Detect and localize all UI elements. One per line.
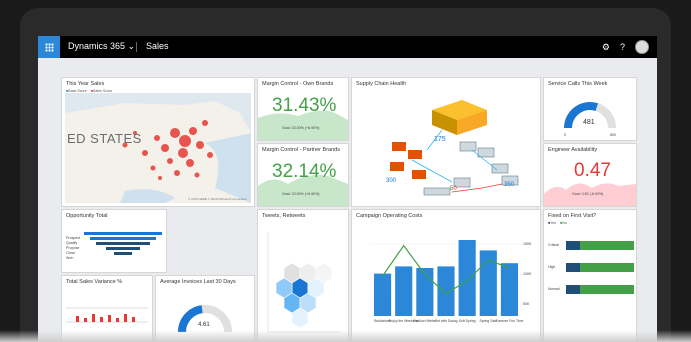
map-country-label: ED STATES [67,131,142,146]
app-switcher[interactable]: Dynamics 365 ⌄ [68,41,135,52]
fixed-row-normal: Normal [548,284,634,294]
y-tick-50k: 50K [523,302,530,306]
supply-value-3: 50 [450,186,457,192]
tile-title: Engineer Availability [548,147,598,153]
fixed-row-high: High [548,262,634,272]
app-name: Dynamics 365 [68,41,126,51]
tile-tweets[interactable]: Tweets, Retweets [258,210,348,342]
tile-engineer-availability[interactable]: Engineer Availability 0.47 Goal: 0.50 (-… [544,144,636,206]
tile-title: This Year Sales [66,81,105,87]
app-launcher-icon[interactable] [38,36,60,58]
campaign-chart: BrickwinterEnjoy the WeekendFashion Wint… [370,240,523,323]
service-value: 481 [583,119,595,126]
service-max: 800 [610,133,616,137]
dashboard-screen: Dynamics 365 ⌄ Sales ⚙ ? This Year Sales… [38,36,657,342]
y-tick-150k: 150K [523,242,532,246]
supply-value-1: 175 [434,136,446,143]
supply-value-4: 350 [504,182,515,188]
supply-value-2: 300 [386,178,397,184]
campaign-category-label: Summer Fun Time [495,319,523,323]
margin-partner-value: 32.14% [272,161,337,182]
avatar[interactable] [635,40,649,54]
campaign-bar[interactable] [374,273,392,316]
tile-title: Campaign Operating Costs [356,213,423,219]
service-min: 0 [564,133,566,137]
fixed-row-critical: Critical [548,240,634,250]
tile-supply-chain[interactable]: Supply Chain Health 175 300 50 350 [352,78,540,206]
map-attribution: © 2016 HERE © 2016 Microsoft Corporation [188,197,247,201]
tile-title: Margin Control - Partner Brands [262,147,340,153]
engineer-caption: Goal: 0.50 (-6.00%) [572,192,604,196]
funnel-labels: Prospect Qualify Propose Close Won [66,236,81,260]
fixed-bars: Critical High Normal [548,240,634,294]
margin-own-value: 31.43% [272,95,337,116]
campaign-bar[interactable] [437,266,455,316]
help-icon[interactable]: ? [620,42,625,52]
y-tick-100k: 100K [523,272,532,276]
tile-fixed-first-visit[interactable]: Fixed on First Visit? ■Yes ■No Critical … [544,210,636,342]
invoices-value: 4.61 [198,322,210,328]
campaign-bar[interactable] [500,263,518,316]
tile-title: Supply Chain Health [356,81,407,87]
tile-title: Fixed on First Visit? [548,213,597,219]
campaign-bar[interactable] [458,240,476,316]
tile-margin-partner[interactable]: Margin Control - Partner Brands 32.14% G… [258,144,348,206]
funnel-chart [84,232,162,255]
margin-partner-caption: Goal: 33.00% (+6.90%) [282,192,320,196]
campaign-category-label: Get with Dialog [435,319,458,323]
campaign-category-label: Soft Spring [459,319,476,323]
tile-title: Total Sales Variance % [66,279,123,285]
bottom-fade [0,330,691,342]
nav-separator [136,42,137,52]
tile-title: Average Invoices Last 30 Days [160,279,236,285]
fixed-legend: ■Yes ■No [548,221,567,225]
area-label[interactable]: Sales [146,41,169,51]
tile-title: Tweets, Retweets [262,213,306,219]
tile-this-year-sales[interactable]: This Year Sales ■Base Score ■Sales Score… [62,78,254,206]
engineer-value: 0.47 [574,160,611,181]
margin-own-caption: Goal: 33.00% (+6.90%) [282,126,320,130]
hexbin-chart [267,232,340,333]
invoices-gauge-fill [178,305,203,333]
top-nav-bar: Dynamics 365 ⌄ Sales ⚙ ? [38,36,657,58]
supply-chain-diagram [390,100,519,196]
campaign-bar[interactable] [395,266,413,316]
tile-title: Service Calls This Week [548,81,608,87]
tile-title: Opportunity Total [66,213,108,219]
service-gauge [564,102,616,129]
tile-campaign-costs[interactable]: Campaign Operating Costs Brickwinter Enjo… [352,210,540,342]
tile-opportunity-total[interactable]: Opportunity Total Prospect Qualify Propo… [62,210,166,272]
tile-margin-own[interactable]: Margin Control - Own Brands 31.43% Goal:… [258,78,348,140]
chevron-down-icon: ⌄ [127,41,136,51]
tile-service-calls[interactable]: Service Calls This Week 481 0 800 [544,78,636,140]
tile-title: Margin Control - Own Brands [262,81,334,87]
map-svg [65,101,251,203]
sales-map[interactable]: ED STATES © 2016 HERE © 2016 Microsoft C… [65,93,251,203]
settings-icon[interactable]: ⚙ [602,42,610,53]
